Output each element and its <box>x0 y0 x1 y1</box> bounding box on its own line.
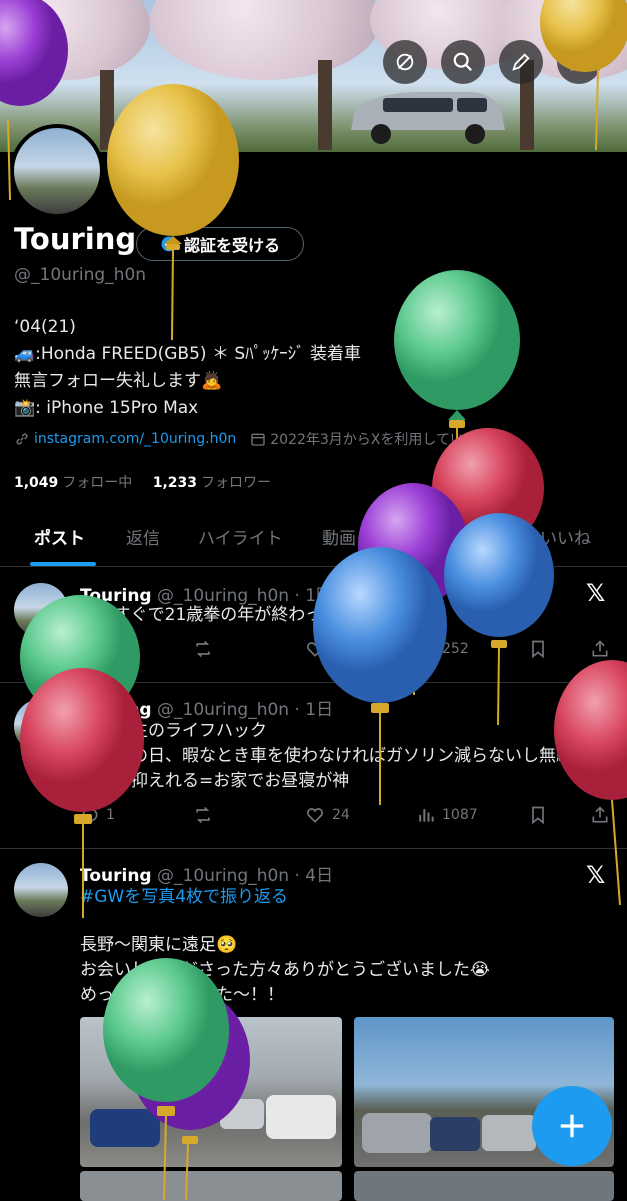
balloon <box>313 547 447 805</box>
balloon <box>0 0 68 201</box>
balloon <box>103 958 229 1200</box>
balloon <box>107 84 239 341</box>
balloon <box>540 0 627 151</box>
balloon <box>444 513 554 726</box>
balloon <box>20 668 144 918</box>
balloon <box>554 660 627 906</box>
balloons-overlay <box>0 0 627 1200</box>
